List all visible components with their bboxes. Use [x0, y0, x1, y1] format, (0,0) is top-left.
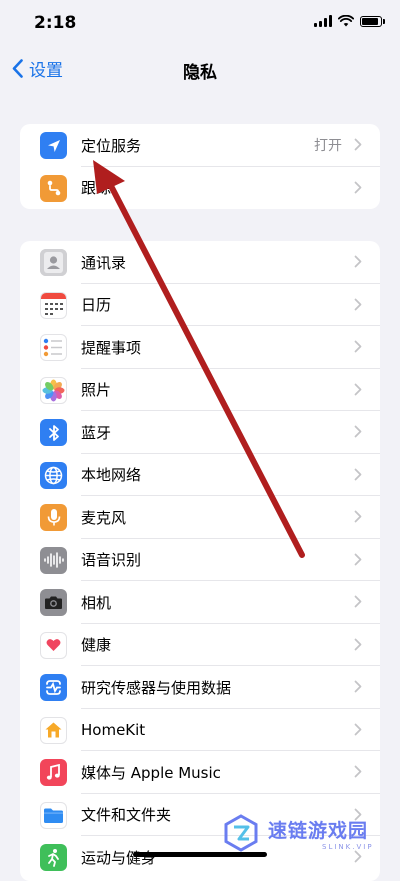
location-arrow-icon	[40, 132, 67, 159]
calendar-icon	[40, 291, 67, 319]
chevron-right-icon	[354, 298, 362, 310]
music-note-icon	[40, 759, 67, 786]
row-label: 日历	[81, 296, 112, 315]
chevron-right-icon	[354, 383, 362, 395]
battery-icon	[360, 15, 385, 27]
chevron-right-icon	[354, 425, 362, 438]
row-bluetooth[interactable]: 蓝牙	[20, 411, 380, 454]
chevron-right-icon	[354, 468, 362, 480]
row-camera[interactable]: 相机	[20, 581, 380, 624]
chevron-right-icon	[354, 638, 362, 650]
chevron-right-icon	[354, 340, 362, 353]
bluetooth-icon	[40, 419, 67, 446]
row-label: 媒体与 Apple Music	[81, 763, 221, 782]
folder-icon	[40, 801, 67, 829]
row-research-sensor-data[interactable]: 研究传感器与使用数据	[20, 666, 380, 709]
camera-icon	[40, 589, 67, 616]
chevron-right-icon	[354, 680, 362, 693]
row-label: 提醒事项	[81, 338, 142, 357]
watermark-subtitle: SLINK.VIP	[322, 842, 374, 851]
row-media-apple-music[interactable]: 媒体与 Apple Music	[20, 751, 380, 794]
row-reminders[interactable]: 提醒事项	[20, 326, 380, 369]
waveform-icon	[40, 546, 67, 574]
settings-group-permissions: 通讯录 日历 提醒事项 照片 蓝牙 本地网络 麦克风 语音识别 相机 健康 研究…	[20, 241, 380, 881]
row-label: 健康	[81, 636, 112, 655]
watermark-title: 速链游戏园	[268, 819, 369, 842]
reminders-icon	[40, 334, 67, 361]
microphone-icon	[40, 504, 67, 531]
row-label: 通讯录	[81, 253, 127, 272]
watermark: 速链游戏园 SLINK.VIP	[222, 814, 374, 852]
navigation-bar: 设置 隐私	[0, 46, 400, 90]
row-label: 相机	[81, 593, 112, 612]
row-label: 语音识别	[81, 551, 142, 570]
research-icon	[40, 674, 67, 701]
row-contacts[interactable]: 通讯录	[20, 241, 380, 284]
row-label: 本地网络	[81, 466, 142, 485]
row-value: 打开	[314, 138, 342, 155]
fitness-icon	[40, 844, 67, 871]
chevron-right-icon	[354, 181, 362, 193]
cellular-signal-icon	[314, 15, 332, 27]
status-time: 2:18	[34, 13, 77, 33]
settings-group-location: 定位服务 打开 跟踪	[20, 124, 380, 209]
chevron-right-icon	[354, 595, 362, 608]
chevron-right-icon	[354, 553, 362, 565]
home-indicator	[133, 852, 267, 857]
chevron-right-icon	[354, 255, 362, 268]
row-location-services[interactable]: 定位服务 打开	[20, 124, 380, 167]
home-icon	[40, 716, 67, 744]
row-label: 研究传感器与使用数据	[81, 678, 232, 697]
contacts-icon	[40, 249, 67, 276]
row-health[interactable]: 健康	[20, 624, 380, 666]
status-icons	[314, 15, 385, 27]
globe-icon	[40, 461, 67, 489]
row-photos[interactable]: 照片	[20, 369, 380, 411]
row-label: 蓝牙	[81, 423, 112, 442]
wifi-icon	[338, 15, 354, 27]
row-calendar[interactable]: 日历	[20, 284, 380, 326]
chevron-right-icon	[354, 765, 362, 778]
page-title: 隐私	[183, 63, 217, 83]
row-speech-recognition[interactable]: 语音识别	[20, 539, 380, 581]
photos-icon	[40, 376, 67, 404]
status-bar: 2:18	[0, 0, 400, 46]
chevron-right-icon	[354, 723, 362, 735]
heart-icon	[40, 631, 67, 659]
tracking-icon	[40, 174, 67, 202]
row-label: 定位服务	[81, 136, 142, 155]
row-label: 照片	[81, 381, 112, 400]
row-label: 文件和文件夹	[81, 806, 172, 825]
row-label: HomeKit	[81, 720, 146, 739]
row-label: 跟踪	[81, 179, 112, 198]
row-label: 麦克风	[81, 508, 127, 527]
watermark-logo-icon	[224, 814, 258, 852]
chevron-right-icon	[354, 138, 362, 151]
chevron-right-icon	[354, 510, 362, 523]
row-microphone[interactable]: 麦克风	[20, 496, 380, 539]
row-local-network[interactable]: 本地网络	[20, 454, 380, 496]
row-tracking[interactable]: 跟踪	[20, 167, 380, 210]
row-homekit[interactable]: HomeKit	[20, 709, 380, 751]
